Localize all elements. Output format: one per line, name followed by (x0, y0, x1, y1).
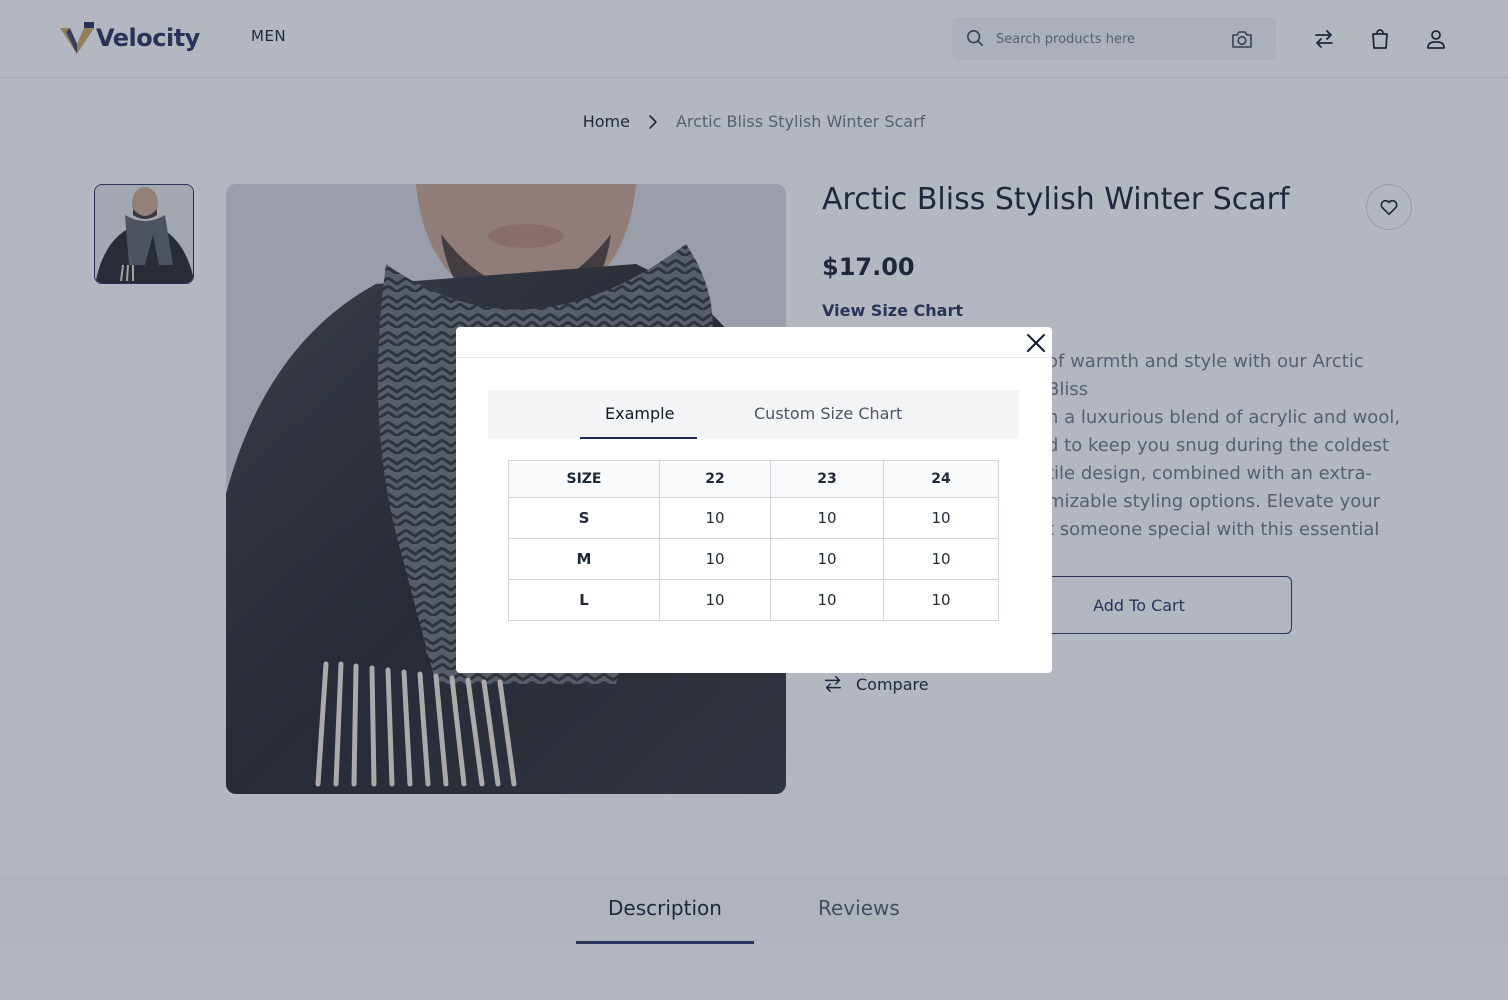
close-icon (1027, 334, 1045, 352)
size-label: S (508, 497, 660, 539)
table-cell: 10 (883, 497, 999, 539)
table-row: S 10 10 10 (508, 497, 999, 539)
table-cell: 10 (770, 497, 884, 539)
table-cell: 10 (659, 497, 771, 539)
table-cell: 10 (659, 579, 771, 621)
table-cell: 10 (659, 538, 771, 580)
table-cell: 10 (770, 538, 884, 580)
tab-custom-size-chart[interactable]: Custom Size Chart (754, 404, 902, 423)
table-cell: 10 (770, 579, 884, 621)
table-row: M 10 10 10 (508, 538, 999, 580)
table-header-row: SIZE 22 23 24 (508, 460, 999, 498)
tab-active-indicator (580, 437, 697, 439)
column-header: 24 (883, 460, 999, 498)
table-cell: 10 (883, 579, 999, 621)
size-chart-modal: Example Custom Size Chart SIZE 22 23 24 … (456, 327, 1052, 673)
size-chart-table: SIZE 22 23 24 S 10 10 10 M 10 10 10 L 10 (508, 460, 999, 621)
column-header: 23 (770, 460, 884, 498)
table-row: L 10 10 10 (508, 579, 999, 621)
column-header: 22 (659, 460, 771, 498)
size-label: M (508, 538, 660, 580)
column-header: SIZE (508, 460, 660, 498)
modal-header (456, 327, 1052, 358)
tab-example[interactable]: Example (605, 404, 674, 423)
table-cell: 10 (883, 538, 999, 580)
size-label: L (508, 579, 660, 621)
close-button[interactable] (1023, 330, 1049, 356)
size-chart-tabs: Example Custom Size Chart (488, 390, 1019, 439)
